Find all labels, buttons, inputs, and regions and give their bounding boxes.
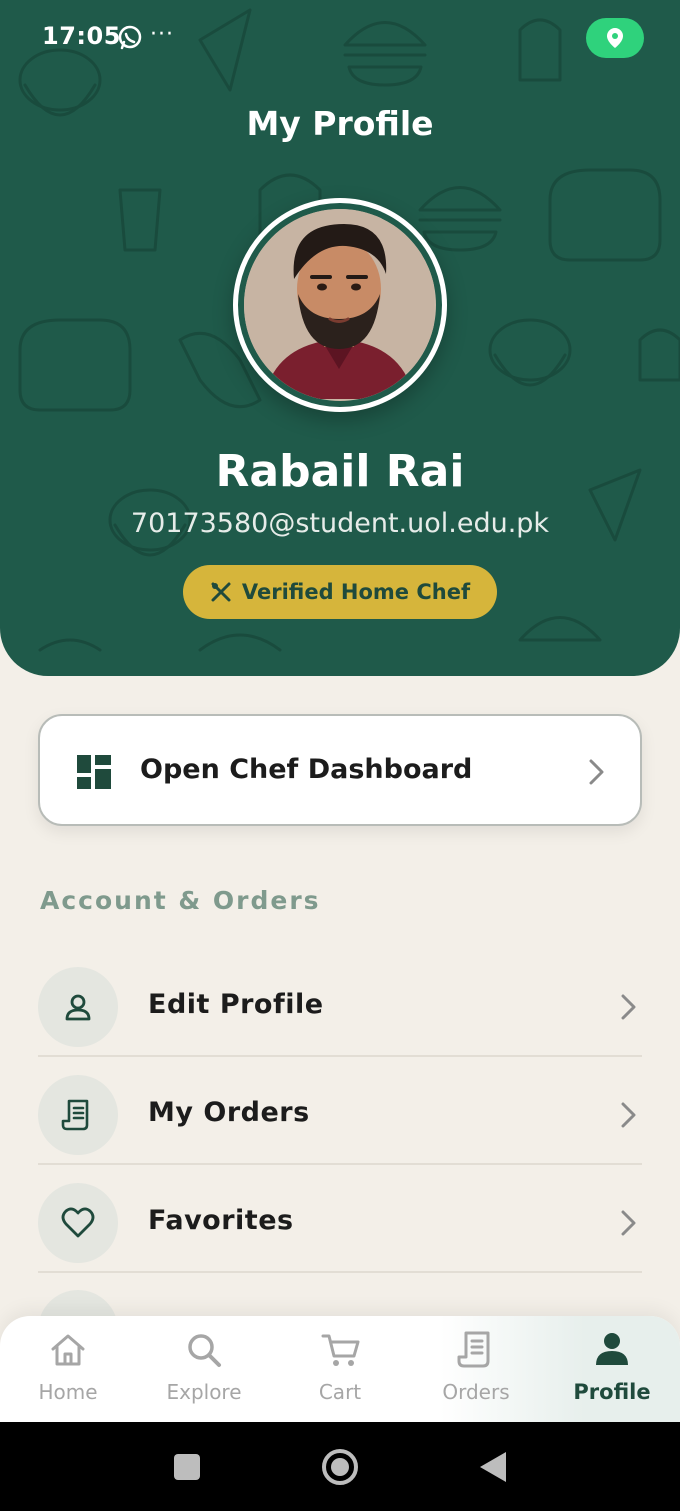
recents-square-icon[interactable] bbox=[174, 1454, 200, 1480]
heart-icon bbox=[61, 1207, 95, 1238]
avatar[interactable] bbox=[233, 198, 447, 412]
back-triangle-icon[interactable] bbox=[480, 1452, 506, 1482]
menu-item-favorites[interactable]: Favorites bbox=[38, 1165, 642, 1273]
whatsapp-icon bbox=[118, 25, 142, 50]
divider bbox=[38, 1271, 642, 1273]
menu-label: My Orders bbox=[148, 1097, 310, 1128]
chevron-right-icon bbox=[621, 1210, 636, 1236]
status-time: 17:05 bbox=[42, 22, 121, 50]
nav-item-home[interactable]: Home bbox=[0, 1330, 136, 1414]
dashboard-label: Open Chef Dashboard bbox=[140, 754, 473, 785]
nav-item-orders[interactable]: Orders bbox=[408, 1330, 544, 1414]
user-icon bbox=[65, 994, 91, 1021]
location-indicator bbox=[586, 18, 644, 58]
home-icon bbox=[51, 1334, 85, 1366]
menu-item-edit-profile[interactable]: Edit Profile bbox=[38, 949, 642, 1057]
more-dots-icon: ··· bbox=[150, 22, 174, 47]
open-chef-dashboard-button[interactable]: Open Chef Dashboard bbox=[38, 714, 642, 826]
nav-item-profile[interactable]: Profile bbox=[544, 1330, 680, 1414]
utensils-icon bbox=[211, 582, 231, 602]
receipt-icon bbox=[61, 1099, 89, 1131]
profile-header: 17:05 ··· My Profile Rabail Rai 70173580… bbox=[0, 0, 680, 676]
location-pin-icon bbox=[607, 28, 623, 48]
chevron-right-icon bbox=[589, 759, 604, 785]
profile-name: Rabail Rai bbox=[215, 446, 465, 497]
nav-label: Cart bbox=[318, 1380, 362, 1404]
home-circle-icon[interactable] bbox=[322, 1449, 358, 1485]
system-navigation-bar bbox=[0, 1422, 680, 1511]
menu-icon-container bbox=[38, 967, 118, 1047]
dashboard-icon bbox=[77, 755, 111, 789]
person-icon bbox=[596, 1333, 628, 1365]
search-icon bbox=[188, 1334, 221, 1367]
nav-label: Explore bbox=[166, 1380, 242, 1404]
cart-icon bbox=[321, 1334, 360, 1366]
chef-badge-label: Verified Home Chef bbox=[241, 580, 471, 604]
menu-label: Edit Profile bbox=[148, 989, 324, 1020]
status-bar: 17:05 ··· bbox=[0, 0, 680, 76]
bottom-navigation: Home Explore Cart Orders Profile bbox=[0, 1316, 680, 1422]
nav-label: Profile bbox=[573, 1380, 651, 1404]
chevron-right-icon bbox=[621, 994, 636, 1020]
profile-email: 70173580@student.uol.edu.pk bbox=[130, 508, 550, 539]
menu-icon-container bbox=[38, 1183, 118, 1263]
verified-chef-badge: Verified Home Chef bbox=[183, 565, 497, 619]
receipt-icon bbox=[457, 1331, 490, 1368]
nav-item-explore[interactable]: Explore bbox=[136, 1330, 272, 1414]
menu-label: Favorites bbox=[148, 1205, 294, 1236]
nav-label: Home bbox=[38, 1380, 98, 1404]
nav-item-cart[interactable]: Cart bbox=[272, 1330, 408, 1414]
chevron-right-icon bbox=[621, 1102, 636, 1128]
nav-label: Orders bbox=[442, 1380, 510, 1404]
avatar-illustration bbox=[244, 209, 434, 399]
section-title: Account & Orders bbox=[40, 886, 321, 915]
menu-icon-container bbox=[38, 1075, 118, 1155]
menu-item-my-orders[interactable]: My Orders bbox=[38, 1057, 642, 1165]
page-title: My Profile bbox=[246, 104, 434, 143]
